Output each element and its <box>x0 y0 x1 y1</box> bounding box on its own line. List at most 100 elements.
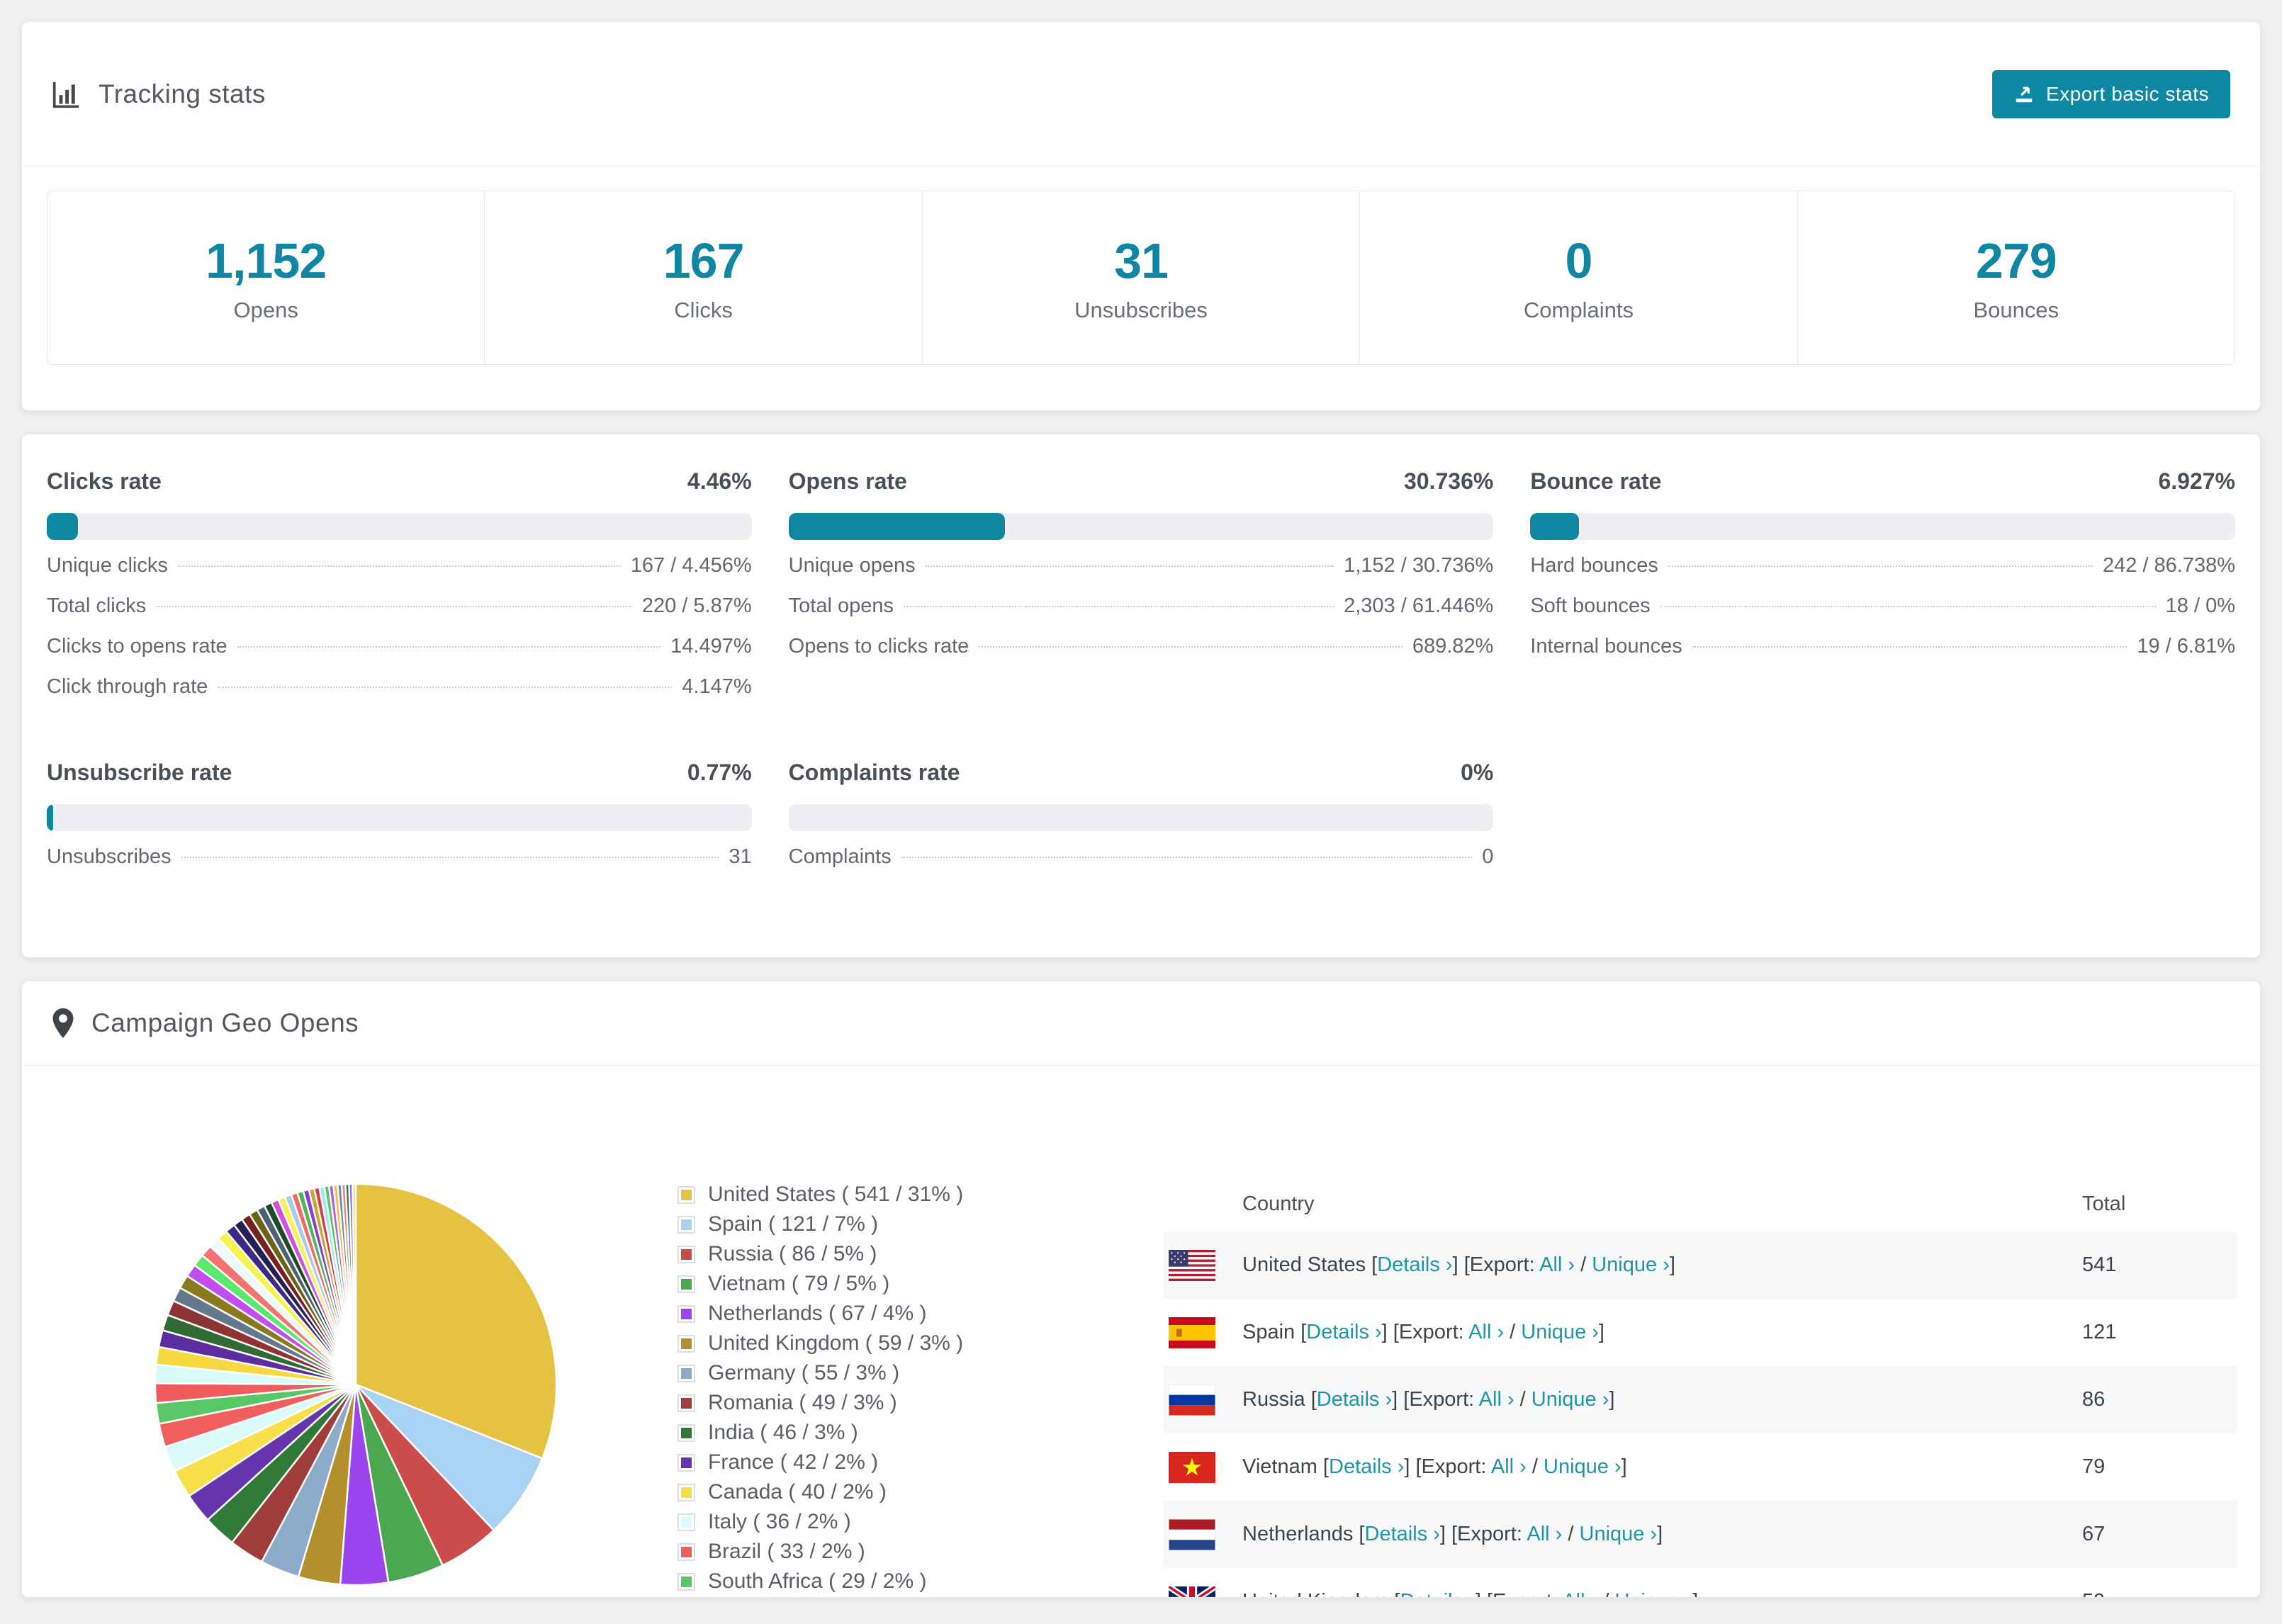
stat-clicks: 167 Clicks <box>484 191 921 364</box>
export-all-link[interactable]: All › <box>1562 1590 1597 1597</box>
export-all-link[interactable]: All › <box>1539 1253 1575 1276</box>
clicks-rate-title: Clicks rate <box>47 468 162 494</box>
export-all-link[interactable]: All › <box>1491 1455 1527 1478</box>
rate-row: Opens to clicks rate 689.82% <box>789 635 1494 675</box>
rate-row-label: Complaints <box>788 845 892 868</box>
export-unique-link[interactable]: Unique › <box>1531 1388 1609 1411</box>
legend-item: Brazil ( 33 / 2% ) <box>678 1537 963 1567</box>
legend-swatch <box>678 1543 695 1561</box>
tracking-stats-page: { "tracking": { "title": "Tracking stats… <box>0 0 2282 1624</box>
clicks-rate-value: 4.46% <box>687 468 752 494</box>
country-total: 86 <box>2082 1388 2106 1411</box>
clicks-count: 167 <box>663 233 745 288</box>
rate-row-label: Unsubscribes <box>47 845 172 868</box>
export-unique-link[interactable]: Unique › <box>1592 1253 1670 1276</box>
export-unique-link[interactable]: Unique › <box>1521 1321 1599 1343</box>
details-link[interactable]: Details › <box>1306 1321 1381 1343</box>
geo-table-header: Country Total <box>1163 1176 2237 1231</box>
legend-item: Romania ( 49 / 3% ) <box>678 1388 963 1418</box>
unsubscribes-label: Unsubscribes <box>1074 298 1208 322</box>
rate-row-label: Soft bounces <box>1530 594 1651 617</box>
flag-vietnam <box>1169 1451 1215 1483</box>
rate-row: Complaints 0 <box>789 845 1494 886</box>
rate-row-value: 220 / 5.87% <box>641 594 752 617</box>
rate-row-value: 2,303 / 61.446% <box>1344 594 1494 617</box>
legend-label: India ( 46 / 3% ) <box>708 1421 858 1444</box>
legend-item: Vietnam ( 79 / 5% ) <box>678 1269 963 1299</box>
export-all-link[interactable]: All › <box>1479 1388 1514 1411</box>
complaints-rate-bar <box>788 804 1494 831</box>
rate-row-label: Click through rate <box>47 675 208 698</box>
export-all-link[interactable]: All › <box>1468 1321 1504 1343</box>
table-row: United States [Details ›] [Export: All ›… <box>1163 1231 2237 1299</box>
flag-netherlands <box>1169 1518 1215 1550</box>
details-link[interactable]: Details › <box>1329 1455 1404 1478</box>
export-button-label: Export basic stats <box>2046 82 2209 105</box>
export-unique-link[interactable]: Unique › <box>1544 1455 1621 1478</box>
stat-opens: 1,152 Opens <box>47 191 484 364</box>
legend-label: United States ( 541 / 31% ) <box>708 1183 964 1206</box>
rate-row-label: Unique opens <box>788 554 916 577</box>
legend-swatch <box>678 1453 695 1472</box>
geo-legend: United States ( 541 / 31% ) Spain ( 121 … <box>678 1180 963 1596</box>
rate-row-value: 0 <box>1482 845 1494 868</box>
rate-row: Click through rate 4.147% <box>47 675 752 716</box>
export-all-link[interactable]: All › <box>1527 1523 1562 1545</box>
rates-card: Clicks rate 4.46% Unique clicks 167 / 4.4… <box>21 434 2261 958</box>
legend-item: Netherlands ( 67 / 4% ) <box>678 1299 963 1329</box>
country-total: 541 <box>2082 1253 2117 1276</box>
opens-rate-title: Opens rate <box>788 468 907 494</box>
bounce-rate-block: Bounce rate 6.927% Hard bounces 242 / 86.… <box>1530 468 2235 716</box>
export-unique-link[interactable]: Unique › <box>1580 1523 1658 1545</box>
geo-pie-chart <box>154 1183 558 1586</box>
bounce-rate-title: Bounce rate <box>1530 468 1662 494</box>
geo-opens-table: Country Total United States [Details ›] … <box>1163 1176 2237 1597</box>
rate-row-label: Total clicks <box>47 594 147 617</box>
details-link[interactable]: Details › <box>1377 1253 1452 1276</box>
details-link[interactable]: Details › <box>1400 1590 1475 1597</box>
geo-card-header: Campaign Geo Opens <box>22 981 2260 1066</box>
unsubscribes-count: 31 <box>1114 233 1169 288</box>
legend-item: Russia ( 86 / 5% ) <box>678 1239 963 1269</box>
legend-swatch <box>678 1215 695 1234</box>
bar-chart-icon <box>52 79 82 109</box>
legend-label: Brazil ( 33 / 2% ) <box>708 1540 865 1563</box>
rate-row: Hard bounces 242 / 86.738% <box>1530 554 2235 594</box>
legend-label: South Africa ( 29 / 2% ) <box>708 1569 927 1593</box>
rate-row-value: 31 <box>729 845 752 868</box>
country-total: 59 <box>2082 1590 2105 1597</box>
opens-rate-value: 30.736% <box>1404 468 1494 494</box>
rate-row: Total opens 2,303 / 61.446% <box>789 594 1494 635</box>
legend-item: United States ( 541 / 31% ) <box>678 1180 963 1209</box>
legend-swatch <box>678 1483 695 1501</box>
opens-count: 1,152 <box>206 233 327 288</box>
complaints-label: Complaints <box>1523 298 1634 322</box>
rate-row-value: 689.82% <box>1412 635 1494 658</box>
clicks-label: Clicks <box>674 298 733 322</box>
unsubscribe-rate-title: Unsubscribe rate <box>47 760 232 785</box>
unsubscribe-rate-bar <box>47 804 752 831</box>
stat-complaints: 0 Complaints <box>1359 191 1797 364</box>
details-link[interactable]: Details › <box>1317 1388 1392 1411</box>
table-row: Vietnam [Details ›] [Export: All › / Uni… <box>1163 1433 2237 1501</box>
legend-label: United Kingdom ( 59 / 3% ) <box>708 1331 964 1355</box>
map-pin-icon <box>52 1008 74 1038</box>
details-link[interactable]: Details › <box>1365 1523 1440 1545</box>
legend-item: Canada ( 40 / 2% ) <box>678 1477 963 1507</box>
stat-unsubscribes: 31 Unsubscribes <box>921 191 1359 364</box>
legend-swatch <box>678 1245 695 1263</box>
export-unique-link[interactable]: Unique › <box>1614 1590 1692 1597</box>
export-icon <box>2013 84 2035 105</box>
legend-swatch <box>678 1304 695 1323</box>
legend-item: United Kingdom ( 59 / 3% ) <box>678 1329 963 1358</box>
page-title: Tracking stats <box>99 79 266 108</box>
rate-row-label: Unique clicks <box>47 554 168 577</box>
legend-swatch <box>678 1572 695 1591</box>
rate-row-label: Clicks to opens rate <box>47 635 227 658</box>
country-total: 121 <box>2082 1321 2117 1343</box>
unsubscribe-rate-value: 0.77% <box>687 760 752 785</box>
rate-row: Unsubscribes 31 <box>47 845 752 886</box>
export-basic-stats-button[interactable]: Export basic stats <box>1992 69 2230 118</box>
legend-item: South Africa ( 29 / 2% ) <box>678 1567 963 1596</box>
flag-united-kingdom <box>1169 1586 1215 1597</box>
